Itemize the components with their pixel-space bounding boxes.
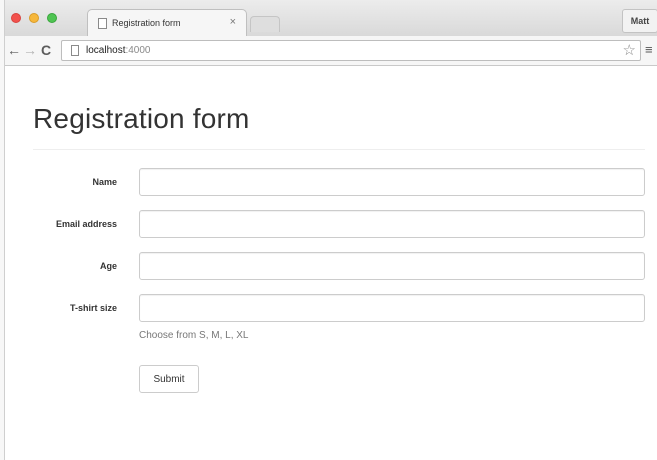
- tab-title: Registration form: [112, 18, 181, 28]
- address-port: :4000: [125, 45, 151, 56]
- profile-button[interactable]: Matt: [622, 9, 657, 33]
- email-input[interactable]: [139, 210, 645, 238]
- window-minimize-button[interactable]: [29, 13, 39, 23]
- tshirt-size-help-text: Choose from S, M, L, XL: [139, 330, 249, 341]
- name-input[interactable]: [139, 168, 645, 196]
- bookmark-star-icon[interactable]: ☆: [623, 41, 636, 60]
- reload-icon[interactable]: C: [41, 42, 51, 58]
- window-maximize-button[interactable]: [47, 13, 57, 23]
- tshirt-size-label: T-shirt size: [69, 303, 117, 313]
- browser-tab[interactable]: Registration form ×: [87, 9, 247, 36]
- title-divider: [33, 149, 645, 150]
- age-input[interactable]: [139, 252, 645, 280]
- page-content: Registration form Name Email address Age…: [5, 67, 657, 460]
- page-title: Registration form: [33, 103, 250, 134]
- forward-arrow-icon[interactable]: →: [23, 42, 37, 58]
- browser-toolbar: ← → C localhost:4000 ☆ ≡: [5, 36, 657, 66]
- name-label: Name: [92, 177, 117, 187]
- page-icon: [98, 18, 107, 29]
- back-arrow-icon[interactable]: ←: [7, 42, 21, 58]
- address-url[interactable]: localhost:4000: [86, 45, 151, 56]
- title-bar: Registration form × Matt: [5, 0, 657, 36]
- tab-close-icon[interactable]: ×: [230, 16, 236, 28]
- window-close-button[interactable]: [11, 13, 21, 23]
- email-label: Email address: [55, 219, 117, 229]
- tshirt-size-input[interactable]: [139, 294, 645, 322]
- new-tab-button[interactable]: [250, 16, 280, 32]
- browser-window: Registration form × Matt ← → C localhost…: [4, 0, 657, 460]
- page-icon: [71, 45, 79, 56]
- age-label: Age: [99, 261, 117, 271]
- address-host: localhost: [86, 45, 126, 56]
- address-bar[interactable]: localhost:4000 ☆: [61, 40, 641, 61]
- submit-button[interactable]: Submit: [139, 365, 199, 393]
- menu-icon[interactable]: ≡: [645, 43, 653, 57]
